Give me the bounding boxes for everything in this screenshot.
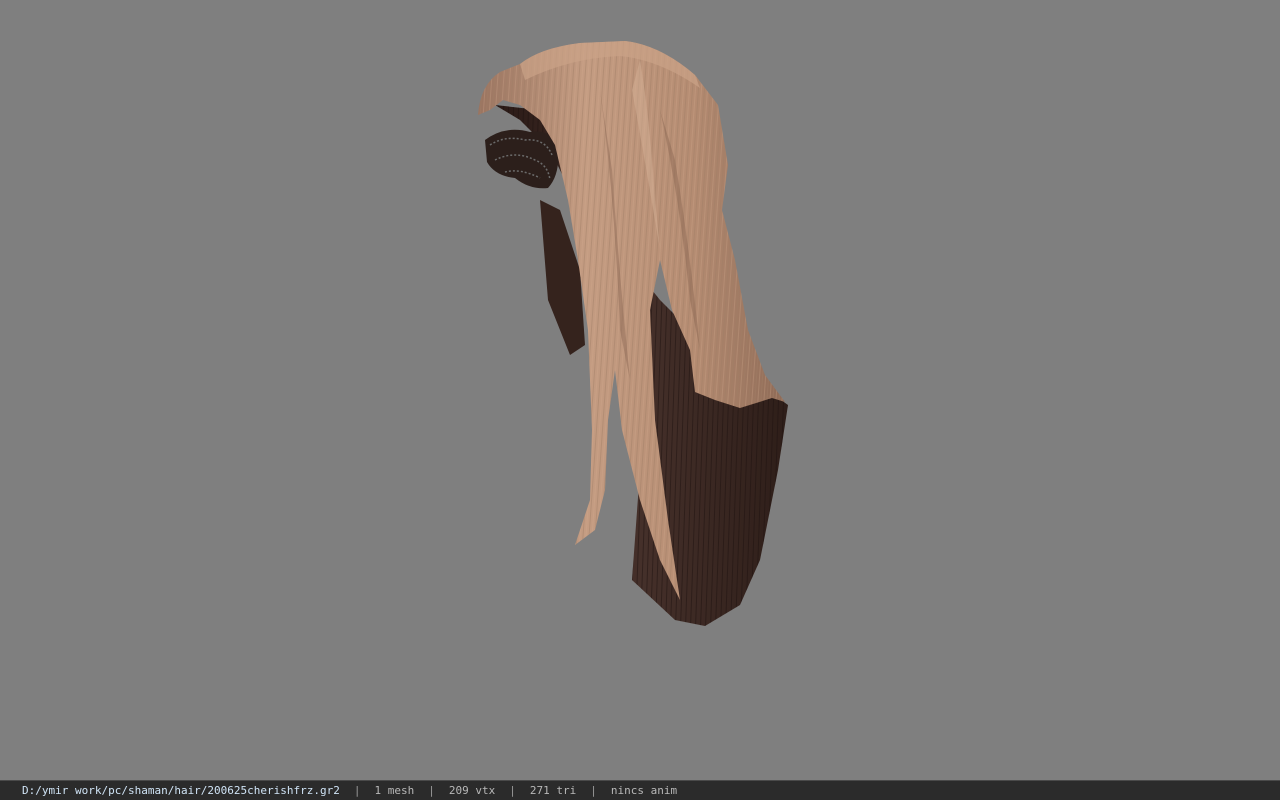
hair-ornament — [485, 129, 559, 189]
separator: | — [428, 784, 435, 797]
vertex-count: 209 vtx — [448, 784, 496, 797]
animation-status: nincs anim — [610, 784, 678, 797]
status-bar: D:/ymir work/pc/shaman/hair/200625cheris… — [0, 780, 1280, 800]
hair-model-render — [478, 41, 788, 626]
separator: | — [590, 784, 597, 797]
separator: | — [353, 784, 361, 797]
mesh-count: 1 mesh — [374, 784, 415, 797]
separator: | — [509, 784, 516, 797]
3d-viewport[interactable] — [0, 0, 1280, 780]
file-path: D:/ymir work/pc/shaman/hair/200625cheris… — [22, 784, 340, 797]
triangle-count: 271 tri — [529, 784, 577, 797]
